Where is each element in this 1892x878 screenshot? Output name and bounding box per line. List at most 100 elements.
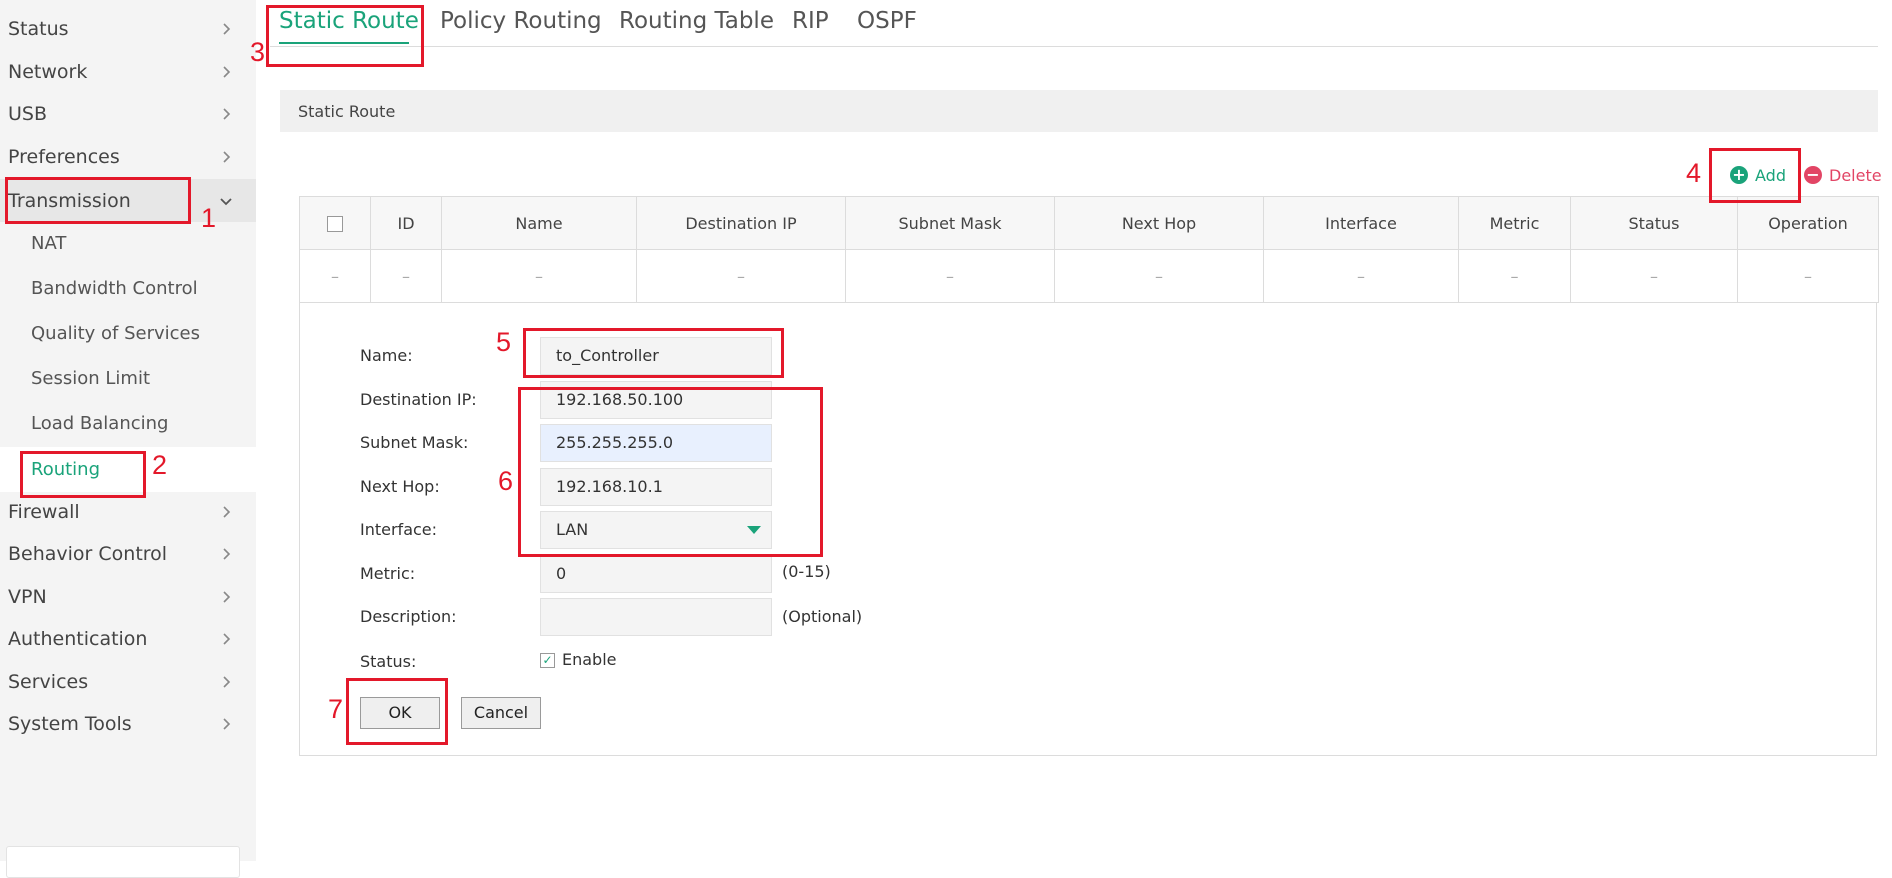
next-hop-label: Next Hop:	[360, 477, 440, 496]
sidebar-item-label: Firewall	[8, 501, 80, 523]
status-enable-checkbox[interactable]: ✓	[540, 653, 555, 668]
column-header: Status	[1570, 196, 1738, 250]
annotation-box-7	[346, 678, 448, 745]
chevron-down-icon	[220, 195, 232, 205]
sidebar-item-label: Preferences	[8, 146, 120, 168]
annotation-box-1	[5, 177, 191, 224]
select-all-checkbox[interactable]	[327, 216, 343, 232]
annotation-box-6	[518, 387, 823, 557]
section-title: Static Route	[298, 102, 396, 121]
submenu-item-session-limit[interactable]: Session Limit	[0, 357, 256, 399]
sidebar-item-status[interactable]: Status	[0, 9, 256, 49]
sidebar-item-label: Behavior Control	[8, 543, 168, 565]
chevron-right-icon	[220, 23, 231, 35]
sidebar-item-behavior-control[interactable]: Behavior Control	[0, 534, 256, 574]
column-header: Name	[441, 196, 637, 250]
sidebar-item-label: VPN	[8, 586, 47, 608]
table-cell: –	[845, 249, 1055, 303]
chevron-right-icon	[220, 108, 231, 120]
sidebar-item-firewall[interactable]: Firewall	[0, 492, 256, 532]
description-hint: (Optional)	[782, 607, 863, 626]
tab-routing-table[interactable]: Routing Table	[619, 8, 774, 34]
annotation-number-3: 3	[250, 37, 266, 67]
delete-button[interactable]: − Delete	[1804, 163, 1882, 187]
annotation-number-1: 1	[201, 203, 217, 233]
section-header: Static Route	[280, 90, 1878, 132]
select-all-cell	[299, 196, 371, 250]
sidebar-search-box[interactable]	[6, 846, 240, 878]
table-cell: –	[299, 249, 371, 303]
table-cell: –	[636, 249, 846, 303]
sidebar-item-vpn[interactable]: VPN	[0, 577, 256, 617]
sidebar-item-label: Status	[8, 18, 69, 40]
column-header: Next Hop	[1054, 196, 1264, 250]
description-input[interactable]	[540, 598, 772, 636]
annotation-box-2	[20, 451, 146, 498]
annotation-box-3	[266, 5, 424, 67]
annotation-number-2: 2	[152, 450, 168, 480]
submenu-item-label: NAT	[31, 232, 67, 254]
column-header: ID	[370, 196, 442, 250]
sidebar-item-network[interactable]: Network	[0, 52, 256, 92]
sidebar-item-usb[interactable]: USB	[0, 94, 256, 134]
tab-bar: Static Route Policy Routing Routing Tabl…	[270, 0, 1878, 47]
submenu-item-label: Session Limit	[31, 367, 151, 389]
table-cell: –	[1263, 249, 1459, 303]
annotation-number-7: 7	[328, 694, 344, 724]
submenu-item-label: Load Balancing	[31, 412, 169, 434]
table-cell: –	[1737, 249, 1879, 303]
sidebar-item-preferences[interactable]: Preferences	[0, 137, 256, 177]
sidebar-item-label: System Tools	[8, 713, 132, 735]
sidebar: Status Network USB Preferences Transmiss…	[0, 0, 256, 878]
chevron-right-icon	[220, 151, 231, 163]
submenu-item-label: Bandwidth Control	[31, 277, 198, 299]
column-header: Destination IP	[636, 196, 846, 250]
chevron-right-icon	[220, 591, 231, 603]
tab-rip[interactable]: RIP	[792, 8, 829, 34]
metric-label: Metric:	[360, 564, 416, 583]
subnet-mask-label: Subnet Mask:	[360, 433, 469, 452]
column-header: Operation	[1737, 196, 1879, 250]
submenu-item-nat[interactable]: NAT	[0, 222, 256, 264]
sidebar-item-label: Network	[8, 61, 88, 83]
sidebar-item-services[interactable]: Services	[0, 662, 256, 702]
chevron-right-icon	[220, 506, 231, 518]
annotation-number-5: 5	[496, 327, 512, 357]
check-icon: ✓	[542, 653, 553, 667]
status-label: Status:	[360, 652, 417, 671]
table-header-row: ID Name Destination IP Subnet Mask Next …	[299, 196, 1879, 250]
sidebar-item-authentication[interactable]: Authentication	[0, 619, 256, 659]
destination-ip-label: Destination IP:	[360, 390, 477, 409]
tab-policy-routing[interactable]: Policy Routing	[440, 8, 602, 34]
sidebar-item-label: Services	[8, 671, 89, 693]
chevron-right-icon	[220, 676, 231, 688]
cancel-button[interactable]: Cancel	[461, 697, 541, 729]
delete-label: Delete	[1829, 165, 1882, 185]
metric-hint: (0-15)	[782, 562, 831, 581]
submenu-item-load-balancing[interactable]: Load Balancing	[0, 402, 256, 444]
name-label: Name:	[360, 346, 413, 365]
submenu-item-label: Quality of Services	[31, 322, 201, 344]
sidebar-item-system-tools[interactable]: System Tools	[0, 704, 256, 744]
submenu-item-bandwidth-control[interactable]: Bandwidth Control	[0, 267, 256, 309]
status-enable-label: Enable	[562, 650, 617, 669]
table-row: – – – – – – – – – –	[299, 249, 1879, 303]
static-route-table: ID Name Destination IP Subnet Mask Next …	[299, 196, 1879, 303]
tab-ospf[interactable]: OSPF	[857, 8, 917, 34]
metric-input[interactable]: 0	[540, 555, 772, 593]
annotation-box-4	[1709, 148, 1801, 203]
column-header: Metric	[1458, 196, 1571, 250]
interface-label: Interface:	[360, 520, 438, 539]
annotation-number-6: 6	[498, 466, 514, 496]
sidebar-item-label: Authentication	[8, 628, 148, 650]
table-cell: –	[1570, 249, 1738, 303]
chevron-right-icon	[220, 66, 231, 78]
description-label: Description:	[360, 607, 457, 626]
table-cell: –	[370, 249, 442, 303]
table-cell: –	[441, 249, 637, 303]
submenu-item-quality-of-services[interactable]: Quality of Services	[0, 312, 256, 354]
table-cell: –	[1458, 249, 1571, 303]
annotation-box-5	[523, 328, 784, 378]
annotation-number-4: 4	[1686, 158, 1702, 188]
minus-circle-icon: −	[1804, 166, 1822, 184]
